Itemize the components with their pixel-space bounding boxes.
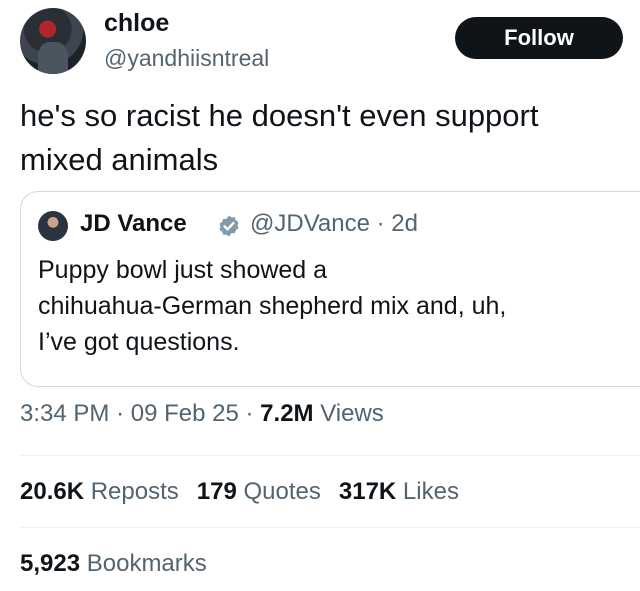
engagement-stats: 20.6K Reposts 179 Quotes 317K Likes	[20, 478, 477, 506]
verified-badge-icon	[219, 215, 239, 237]
stat-count: 20.6K	[20, 478, 85, 505]
author-avatar[interactable]	[20, 8, 86, 74]
bookmarks-count: 5,923	[20, 550, 81, 577]
meta-separator: ·	[245, 400, 254, 427]
views-count: 7.2M	[260, 400, 314, 427]
author-handle[interactable]: @yandhiisntreal	[104, 45, 269, 72]
stat-label: Likes	[402, 478, 459, 505]
stat-count: 317K	[338, 478, 397, 505]
likes-stat[interactable]: 317K Likes	[339, 478, 459, 506]
tweet-meta: 3:34 PM · 09 Feb 25 · 7.2M Views	[20, 400, 384, 428]
quoted-line: chihuahua-German shepherd mix and, uh,	[38, 292, 507, 320]
quoted-avatar[interactable]	[38, 211, 68, 241]
divider	[20, 527, 640, 528]
quoted-handle-time[interactable]: @JDVance · 2d	[250, 210, 418, 238]
reposts-stat[interactable]: 20.6K Reposts	[20, 478, 179, 506]
tweet-text: he's so racist he doesn't even support m…	[20, 94, 630, 182]
author-name[interactable]: chloe	[104, 9, 169, 38]
follow-button[interactable]: Follow	[455, 17, 623, 59]
views-label: Views	[320, 400, 384, 427]
quoted-line: I’ve got questions.	[38, 328, 240, 356]
bookmarks-label: Bookmarks	[86, 550, 207, 577]
quoted-author-name[interactable]: JD Vance	[80, 210, 187, 238]
tweet-time[interactable]: 3:34 PM	[20, 400, 109, 427]
quotes-stat[interactable]: 179 Quotes	[197, 478, 321, 506]
tweet-line: mixed animals	[20, 142, 219, 177]
tweet-line: he's so racist he doesn't even support	[20, 98, 539, 133]
stat-label: Quotes	[243, 478, 321, 505]
stat-count: 179	[196, 478, 237, 505]
stat-label: Reposts	[90, 478, 179, 505]
quoted-line: Puppy bowl just showed a	[38, 256, 328, 284]
divider	[20, 455, 640, 456]
bookmarks-stat[interactable]: 5,923 Bookmarks	[20, 550, 207, 578]
meta-separator: ·	[116, 400, 125, 427]
quoted-tweet-text: Puppy bowl just showed a chihuahua-Germa…	[38, 252, 628, 360]
tweet-date[interactable]: 09 Feb 25	[131, 400, 239, 427]
